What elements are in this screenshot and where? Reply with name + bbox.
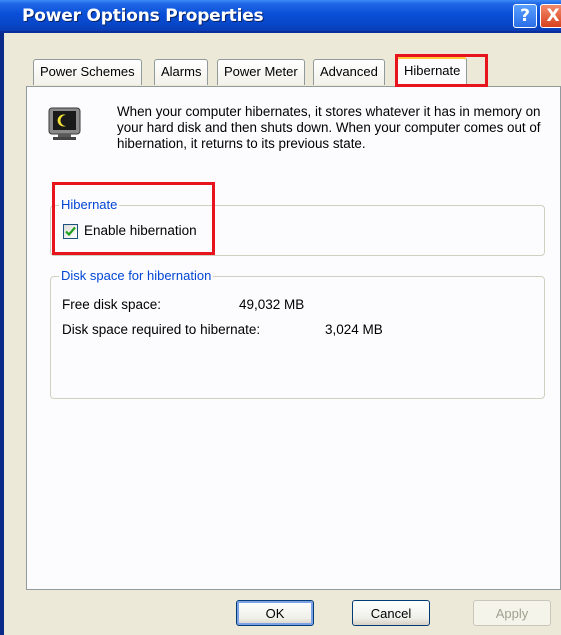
ok-button[interactable]: OK — [236, 600, 314, 626]
hibernate-group-legend: Hibernate — [59, 197, 120, 212]
disk-space-group: Disk space for hibernation — [50, 268, 545, 399]
required-disk-space-label: Disk space required to hibernate: — [62, 322, 261, 337]
tab-hibernate[interactable]: Hibernate — [397, 57, 468, 87]
tab-advanced[interactable]: Advanced — [313, 59, 385, 85]
close-icon: X — [546, 6, 560, 26]
help-button[interactable]: ? — [513, 4, 537, 28]
window-title: Power Options Properties — [22, 6, 264, 26]
monitor-moon-icon — [48, 107, 81, 140]
help-icon: ? — [520, 6, 530, 26]
enable-hibernation-checkbox[interactable] — [63, 224, 78, 239]
enable-hibernation-label[interactable]: Enable hibernation — [84, 223, 197, 238]
free-disk-space-value: 49,032 MB — [239, 297, 305, 312]
cancel-button[interactable]: Cancel — [352, 600, 430, 626]
required-disk-space-value: 3,024 MB — [325, 322, 383, 337]
hibernate-description: When your computer hibernates, it stores… — [117, 104, 541, 151]
tab-power-schemes[interactable]: Power Schemes — [33, 59, 142, 85]
apply-button[interactable]: Apply — [473, 600, 551, 626]
title-bar[interactable]: Power Options Properties ? X — [0, 0, 561, 33]
tab-power-meter[interactable]: Power Meter — [217, 59, 305, 85]
checkmark-icon — [65, 226, 76, 237]
free-disk-space-label: Free disk space: — [62, 297, 162, 312]
disk-space-group-legend: Disk space for hibernation — [59, 268, 214, 283]
close-button[interactable]: X — [540, 4, 561, 28]
tab-alarms[interactable]: Alarms — [154, 59, 209, 85]
